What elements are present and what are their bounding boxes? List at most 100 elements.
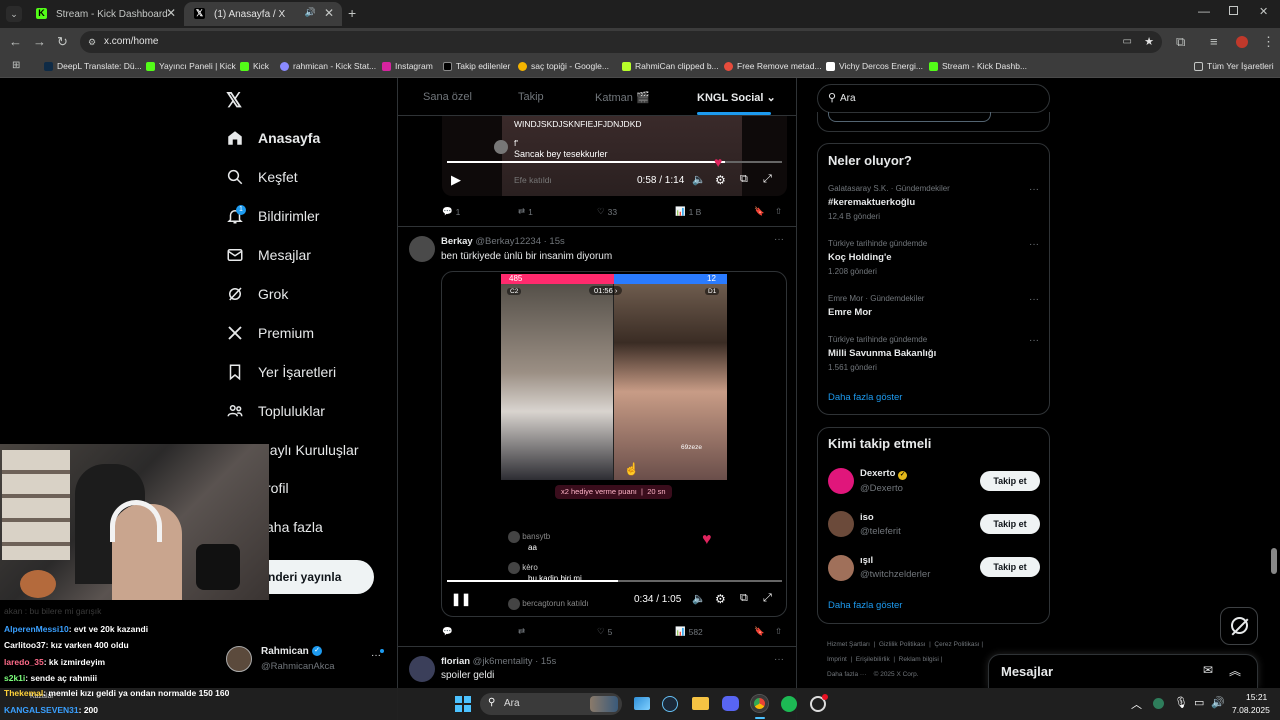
follow-button[interactable]: Takip et [980,557,1040,577]
steam-icon[interactable] [662,696,678,712]
tab-kngl-social[interactable]: KNGL Social ⌄ [697,91,776,104]
nav-notifications[interactable]: 1 Bildirimler [226,202,319,230]
nav-premium[interactable]: Premium [226,319,314,347]
tweet-time[interactable]: · 15s [544,236,565,247]
more-dots-icon[interactable]: ··· [1029,239,1039,250]
share-button[interactable]: ⇧ [775,206,782,217]
author-handle[interactable]: @jk6mentality [473,656,533,667]
nav-home[interactable]: Anasayfa [226,124,320,152]
close-window-icon[interactable]: ✕ [1259,5,1268,18]
bookmark-item[interactable]: Vichy Dercos Energi... [826,61,923,71]
more-dots-icon[interactable]: ··· [1029,335,1039,346]
progress-track[interactable] [447,580,782,582]
show-more-link[interactable]: Daha fazla göster [828,600,902,611]
minimize-icon[interactable]: — [1198,4,1210,18]
nav-messages[interactable]: Mesajlar [226,241,311,269]
display-icon[interactable]: ▭ [1194,696,1204,709]
gallery-icon[interactable] [634,697,650,710]
video-player[interactable]: WINDJSKDJSKNFIEJFJDNJDKD f' Sancak bey t… [442,116,787,196]
volume-icon[interactable]: 🔈 [692,592,706,605]
nav-explore[interactable]: Keşfet [226,163,298,191]
scrollbar[interactable] [1271,548,1277,574]
video-player[interactable]: 485 12 C2 D1 01:56 › 69zeze ☝ x2 hediye … [441,271,787,617]
nav-more[interactable]: aha fazla [266,513,323,541]
repost-button[interactable]: ⇄ 1 [518,206,533,217]
site-info-icon[interactable]: ⚙ [88,31,96,53]
nav-bookmarks[interactable]: Yer İşaretleri [226,358,336,386]
tab-kick-dashboard[interactable]: K Stream - Kick Dashboard ✕ [26,2,184,26]
more-dots-icon[interactable]: ··· [774,234,784,245]
like-button[interactable]: ♡ 5 [597,626,612,637]
forward-icon[interactable]: → [33,34,46,49]
address-bar[interactable]: ⚙ x.com/home ▭ ★ [80,31,1162,53]
reload-icon[interactable]: ↻ [57,34,68,50]
x-logo[interactable]: 𝕏 [226,88,242,113]
premium-button[interactable] [828,112,991,122]
expand-icon[interactable]: ︽ [1229,662,1241,679]
progress-track[interactable] [447,161,782,163]
nav-profile[interactable]: rofil [266,474,289,502]
microphone-icon[interactable]: 🎙 [1174,696,1188,709]
file-explorer-icon[interactable] [692,697,709,710]
bookmark-button[interactable]: 🔖 [754,626,765,637]
bookmark-item[interactable]: RahmiCan clipped b... [622,61,719,71]
tray-app-icon[interactable] [1153,698,1164,709]
bookmark-item[interactable]: Takip edilenler [443,61,510,71]
close-icon[interactable]: ✕ [324,6,334,20]
bookmark-item[interactable]: Instagram [382,61,433,71]
bookmark-item[interactable]: Kick [240,61,269,71]
follow-button[interactable]: Takip et [980,514,1040,534]
star-icon[interactable]: ★ [1144,31,1154,53]
all-bookmarks[interactable]: Tüm Yer İşaretleri [1194,61,1274,71]
reply-button[interactable]: 💬 [442,626,453,637]
views-button[interactable]: 📊 582 [675,626,703,637]
discord-icon[interactable] [722,696,739,711]
tab-katman[interactable]: Katman 🎬 [595,91,650,104]
reply-button[interactable]: 💬 1 [442,206,460,217]
taskbar-search[interactable]: ⚲ Ara [480,693,622,715]
bookmark-item[interactable]: saç topiği - Google... [518,61,609,71]
avatar[interactable] [409,236,435,262]
tweet-time[interactable]: · 15s [535,656,556,667]
bookmark-item[interactable]: Free Remove metad... [724,61,822,71]
close-icon[interactable]: ✕ [166,6,176,20]
fullscreen-icon[interactable]: ⤢ [763,592,772,605]
settings-icon[interactable]: ⚙ [715,173,726,187]
back-icon[interactable]: ← [9,34,22,49]
speaker-icon[interactable]: 🔊 [305,7,316,18]
tab-x-home[interactable]: 𝕏 (1) Anasayfa / X 🔊 ✕ [184,2,342,26]
popout-icon[interactable]: ⧉ [740,173,748,186]
chevron-up-icon[interactable]: ︿ [1131,696,1142,712]
tab-following[interactable]: Takip [518,91,544,103]
volume-icon[interactable]: 🔊 [1211,696,1225,709]
search-box[interactable]: ⚲ Ara [817,84,1050,113]
volume-icon[interactable]: 🔈 [692,173,706,186]
author-name[interactable]: Berkay [441,236,473,247]
new-tab-button[interactable]: + [348,5,356,21]
more-dots-icon[interactable]: ··· [1029,294,1039,305]
bookmark-item[interactable]: Yayıncı Paneli | Kick [146,61,236,71]
tab-search-button[interactable]: ⌄ [6,6,22,22]
messages-drawer[interactable]: Mesajlar ✉ ︽ [988,654,1258,688]
media-icon[interactable]: ≡ [1210,34,1218,49]
profile-avatar[interactable] [1236,36,1248,48]
nav-grok[interactable]: Grok [226,280,288,308]
settings-icon[interactable]: ⚙ [715,592,726,606]
show-more-link[interactable]: Daha fazla göster [828,392,902,403]
author-handle[interactable]: @Berkay12234 [475,236,541,247]
tab-for-you[interactable]: Sana özel [423,91,472,103]
like-button[interactable]: ♡ 33 [597,206,617,217]
popout-icon[interactable]: ⧉ [740,592,748,605]
cast-icon[interactable]: ▭ [1123,31,1132,53]
grok-fab[interactable] [1220,607,1258,645]
chrome-icon[interactable] [751,695,768,712]
bookmark-item[interactable]: rahmican - Kick Stat... [280,61,376,71]
extensions-icon[interactable]: ⧉ [1176,34,1185,50]
avatar[interactable] [409,656,435,682]
apps-icon[interactable]: ⊞ [12,60,20,71]
bookmark-button[interactable]: 🔖 [754,206,765,217]
bookmark-item[interactable]: DeepL Translate: Dü... [44,61,142,71]
menu-icon[interactable]: ⋮ [1262,34,1275,50]
views-button[interactable]: 📊 1 B [675,206,701,217]
follow-button[interactable]: Takip et [980,471,1040,491]
